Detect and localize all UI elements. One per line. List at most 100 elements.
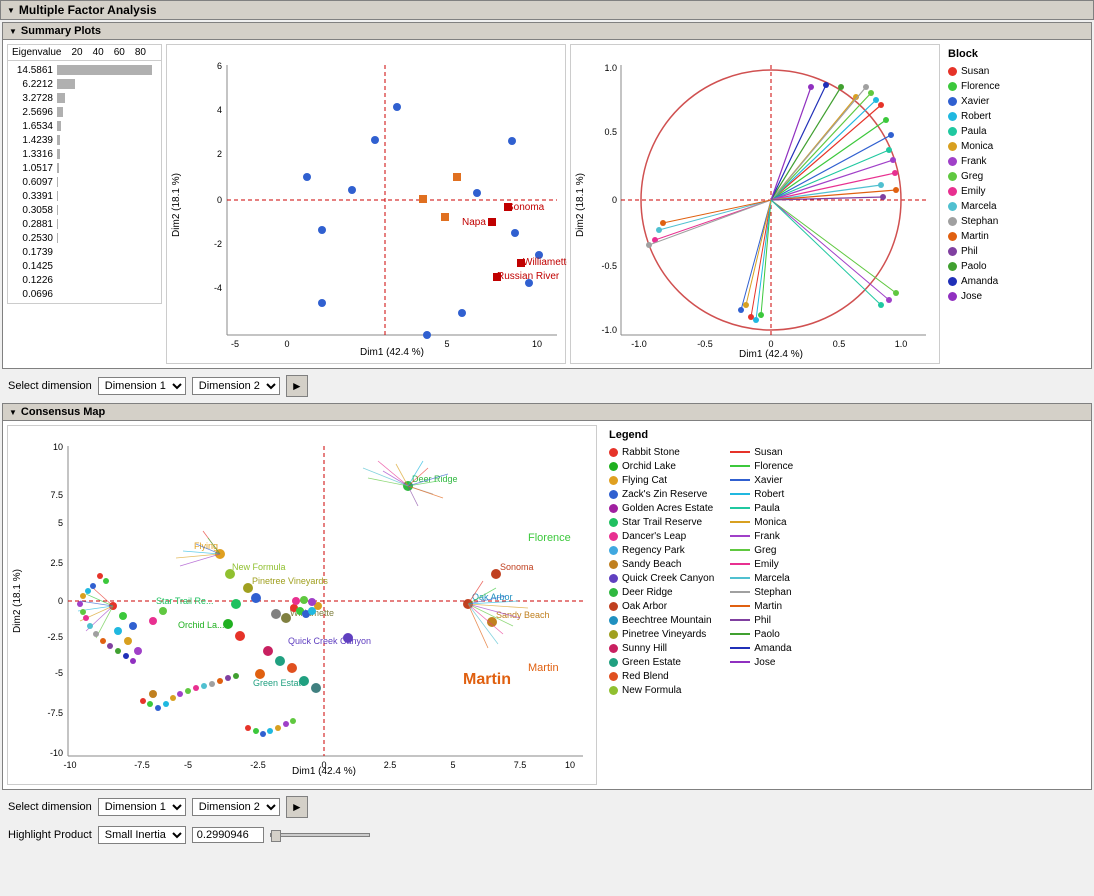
svg-text:Dim2 (18.1 %): Dim2 (18.1 %) xyxy=(575,173,586,237)
dim2-select-1[interactable]: Dimension 2 Dimension 1 Dimension 3 xyxy=(192,377,280,395)
legend-dot xyxy=(948,232,957,241)
summary-plots-section: ▼ Summary Plots Eigenvalue 20 40 60 80 1… xyxy=(2,22,1092,369)
legend-label: Marcela xyxy=(961,201,997,212)
eig-row: 6.2212 xyxy=(12,77,157,91)
svg-text:7.5: 7.5 xyxy=(514,760,527,770)
judge-line xyxy=(730,605,750,607)
svg-text:Sandy Beach: Sandy Beach xyxy=(496,610,550,620)
judge-label: Martin xyxy=(754,601,782,612)
eigenvalue-header: Eigenvalue 20 40 60 80 xyxy=(8,45,161,61)
svg-text:2.5: 2.5 xyxy=(384,760,397,770)
eig-value: 1.3316 xyxy=(12,149,57,160)
summary-plots-content: Eigenvalue 20 40 60 80 14.58616.22123.27… xyxy=(3,40,1091,368)
product-label: Orchid Lake xyxy=(622,461,676,472)
eig-row: 0.6097 xyxy=(12,175,157,189)
judge-label: Paula xyxy=(754,503,780,514)
legend-item: Emily xyxy=(948,184,1000,199)
highlight-slider[interactable] xyxy=(270,833,370,837)
eig-bar-container xyxy=(57,135,157,145)
judge-line xyxy=(730,479,750,481)
consensus-legend-product: Orchid Lake xyxy=(609,459,714,473)
eig-value: 0.2881 xyxy=(12,219,57,230)
consensus-legend-judge: Monica xyxy=(730,515,835,529)
summary-plots-title-bar: ▼ Summary Plots xyxy=(3,23,1091,40)
svg-text:5: 5 xyxy=(58,518,63,528)
svg-text:Orchid La...: Orchid La... xyxy=(178,620,225,630)
eig-bar xyxy=(57,93,65,103)
eig-value: 1.0517 xyxy=(12,163,57,174)
eig-value: 0.3391 xyxy=(12,191,57,202)
eig-bar xyxy=(57,205,58,215)
eigenvalue-panel: Eigenvalue 20 40 60 80 14.58616.22123.27… xyxy=(7,44,162,304)
judge-line xyxy=(730,577,750,579)
legend-item: Monica xyxy=(948,139,1000,154)
summary-collapse-icon[interactable]: ▼ xyxy=(9,27,17,36)
dim1-select-1[interactable]: Dimension 1 Dimension 2 Dimension 3 xyxy=(98,377,186,395)
legend-item: Amanda xyxy=(948,274,1000,289)
eig-value: 6.2212 xyxy=(12,79,57,90)
product-dot xyxy=(609,672,618,681)
scatter-plot-1: Dim1 (42.4 %) Dim2 (18.1 %) 6 4 2 0 -2 -… xyxy=(166,44,566,364)
svg-text:-7.5: -7.5 xyxy=(47,708,63,718)
judge-label: Marcela xyxy=(754,573,790,584)
eig-row: 0.2530 xyxy=(12,231,157,245)
judge-label: Emily xyxy=(754,559,778,570)
legend-label: Stephan xyxy=(961,216,998,227)
svg-text:New Formula: New Formula xyxy=(232,562,286,572)
legend-label: Amanda xyxy=(961,276,998,287)
eig-bar xyxy=(57,107,63,117)
judge-line xyxy=(730,591,750,593)
product-label: Beechtree Mountain xyxy=(622,615,712,626)
eigenvalue-rows: 14.58616.22123.27282.56961.65341.42391.3… xyxy=(8,61,161,303)
dim2-select-2[interactable]: Dimension 2 Dimension 1 Dimension 3 xyxy=(192,798,280,816)
svg-text:Sonoma: Sonoma xyxy=(507,202,545,213)
eig-bar xyxy=(57,163,59,173)
judge-label: Susan xyxy=(754,447,782,458)
slider-thumb[interactable] xyxy=(271,830,281,842)
eig-row: 0.2881 xyxy=(12,217,157,231)
eig-bar-container xyxy=(57,205,157,215)
consensus-legend-product: Deer Ridge xyxy=(609,585,714,599)
consensus-legend-judge: Florence xyxy=(730,459,835,473)
eig-row: 3.2728 xyxy=(12,91,157,105)
eig-bar xyxy=(57,191,58,201)
product-label: Quick Creek Canyon xyxy=(622,573,714,584)
eig-bar-container xyxy=(57,121,157,131)
legend-label: Robert xyxy=(961,111,991,122)
apply-dim-button-2[interactable]: ► xyxy=(286,796,308,818)
eig-bar-container xyxy=(57,261,157,271)
judge-line xyxy=(730,647,750,649)
eig-tick-40: 40 xyxy=(93,47,104,58)
consensus-legend-judge: Emily xyxy=(730,557,835,571)
collapse-icon[interactable]: ▼ xyxy=(7,6,15,15)
svg-text:5: 5 xyxy=(444,339,449,349)
consensus-collapse-icon[interactable]: ▼ xyxy=(9,408,17,417)
legend-dot xyxy=(948,142,957,151)
svg-text:10: 10 xyxy=(53,442,63,452)
highlight-product-select[interactable]: Small Inertia Large Inertia xyxy=(98,826,186,844)
legend-label: Susan xyxy=(961,66,989,77)
consensus-map-section: ▼ Consensus Map Dim1 (42.4 %) Dim2 (18.1… xyxy=(2,403,1092,790)
eig-value: 0.0696 xyxy=(12,289,57,300)
select-dim-label-2: Select dimension xyxy=(8,801,92,813)
consensus-map-title: Consensus Map xyxy=(21,406,105,418)
eig-bar xyxy=(57,149,60,159)
dim-controls-1: Select dimension Dimension 1 Dimension 2… xyxy=(0,371,1094,401)
dim1-select-2[interactable]: Dimension 1 Dimension 2 Dimension 3 xyxy=(98,798,186,816)
legend-dot xyxy=(948,157,957,166)
svg-text:-0.5: -0.5 xyxy=(601,261,617,271)
apply-dim-button-1[interactable]: ► xyxy=(286,375,308,397)
legend-item: Stephan xyxy=(948,214,1000,229)
svg-text:-0.5: -0.5 xyxy=(697,339,713,349)
judge-label: Paolo xyxy=(754,629,780,640)
judge-label: Amanda xyxy=(754,643,791,654)
judge-label: Xavier xyxy=(754,475,782,486)
highlight-bar: Highlight Product Small Inertia Large In… xyxy=(0,822,1094,848)
legend-label: Greg xyxy=(961,171,983,182)
correlation-svg: Dim1 (42.4 %) Dim2 (18.1 %) 1.0 0.5 0 -0… xyxy=(571,45,941,365)
eig-row: 0.1739 xyxy=(12,245,157,259)
legend-label: Florence xyxy=(961,81,1000,92)
svg-text:Russian River: Russian River xyxy=(497,271,560,282)
select-dim-label-1: Select dimension xyxy=(8,380,92,392)
legend-item: Florence xyxy=(948,79,1000,94)
